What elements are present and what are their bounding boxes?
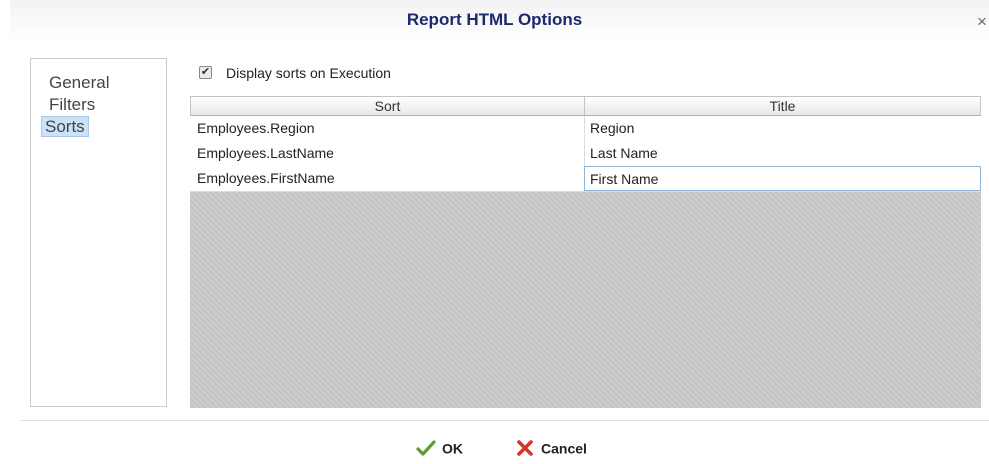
check-icon [416, 438, 436, 458]
nav-item-general[interactable]: General [46, 73, 112, 92]
nav-item-sorts[interactable]: Sorts [41, 116, 89, 137]
sort-cell: Employees.LastName [197, 145, 334, 161]
display-sorts-checkbox[interactable]: ✔ [199, 66, 212, 79]
grid-header: Sort Title [190, 96, 981, 116]
cancel-label: Cancel [541, 440, 587, 457]
title-cell[interactable]: Region [584, 116, 981, 141]
sort-cell: Employees.Region [197, 120, 315, 136]
options-nav: General Filters Sorts [30, 58, 167, 407]
display-sorts-label: Display sorts on Execution [226, 65, 391, 81]
sort-cell: Employees.FirstName [197, 170, 335, 186]
title-cell[interactable]: Last Name [584, 141, 981, 166]
ok-label: OK [442, 440, 463, 457]
table-row[interactable]: Employees.Region Region [190, 116, 981, 142]
close-icon[interactable]: × [977, 13, 989, 30]
footer-divider [20, 420, 989, 421]
nav-item-filters[interactable]: Filters [46, 95, 98, 114]
table-row[interactable]: Employees.LastName Last Name [190, 141, 981, 167]
column-header-sort[interactable]: Sort [191, 97, 585, 115]
title-cell-editor[interactable]: First Name [584, 166, 981, 191]
sorts-grid: Sort Title Employees.Region Region Emplo… [190, 96, 981, 408]
dialog-title: Report HTML Options [406, 10, 583, 29]
table-row[interactable]: Employees.FirstName First Name [190, 166, 981, 192]
x-icon [515, 438, 535, 458]
column-header-title[interactable]: Title [585, 97, 980, 115]
ok-button[interactable]: OK [416, 436, 463, 458]
cancel-button[interactable]: Cancel [515, 436, 587, 458]
